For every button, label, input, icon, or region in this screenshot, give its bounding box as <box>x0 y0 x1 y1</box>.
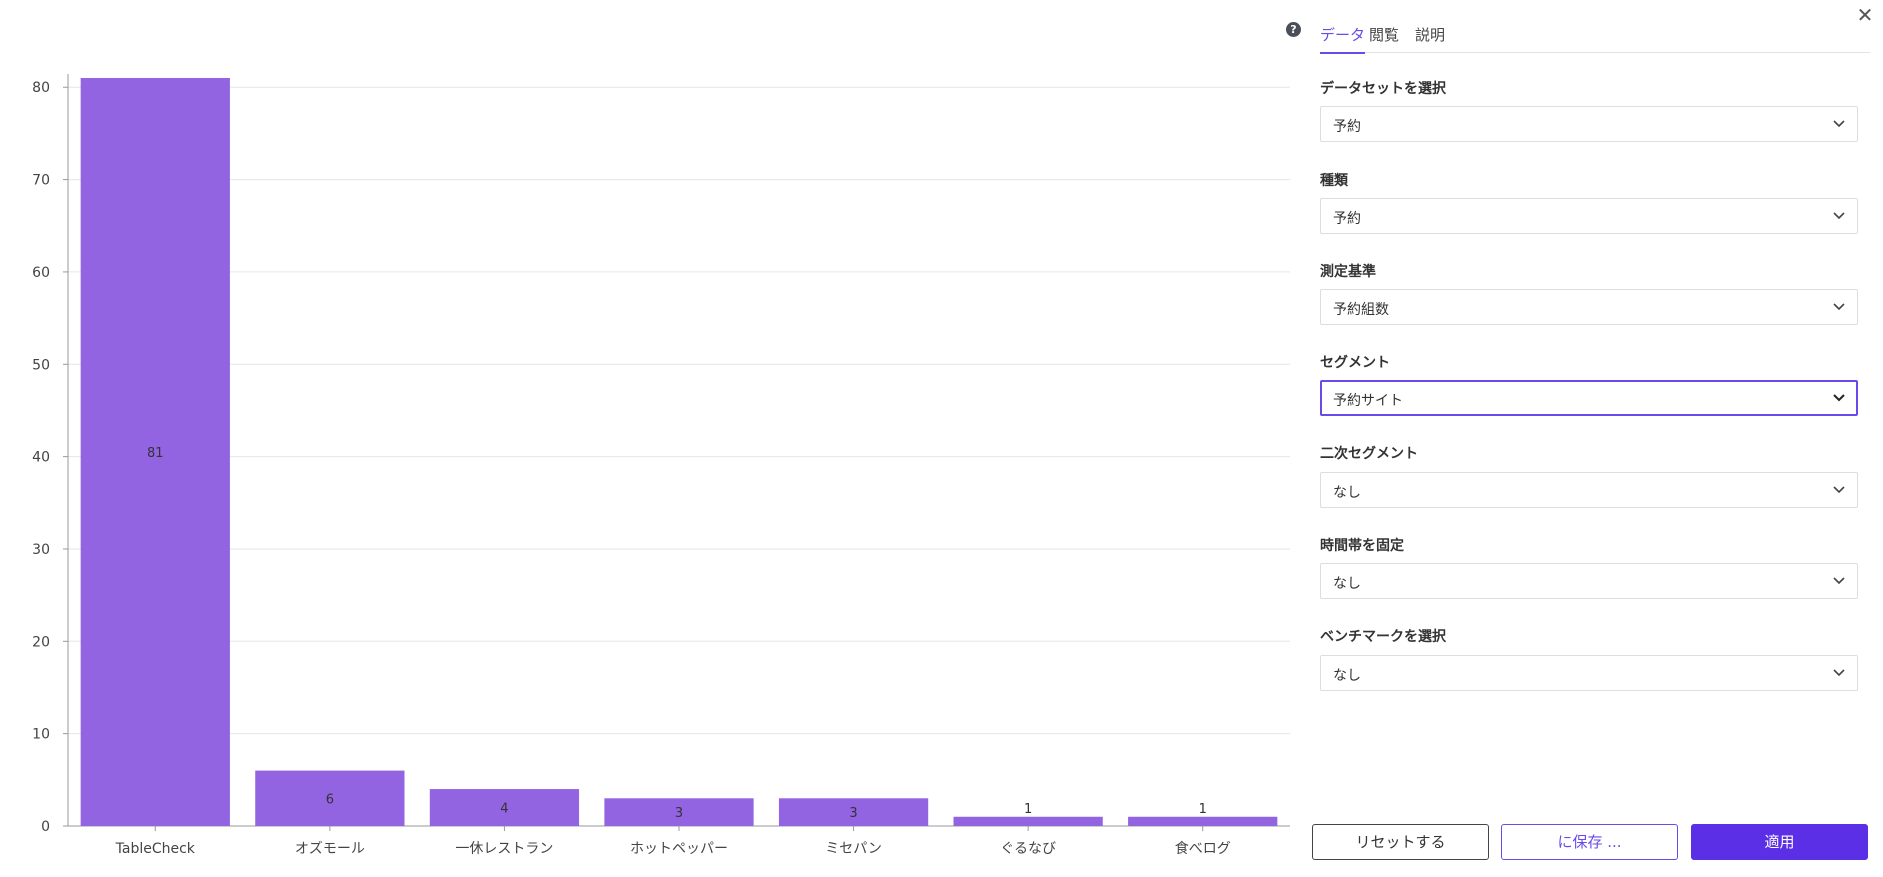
tab-view[interactable]: 閲覧 <box>1369 24 1399 52</box>
secondary-segment-select[interactable]: なし <box>1320 472 1858 508</box>
metric-value: 予約組数 <box>1333 302 1389 318</box>
data-label: 81 <box>147 446 164 461</box>
y-tick-label: 0 <box>41 819 50 835</box>
data-label: 3 <box>849 806 857 821</box>
y-tick-label: 50 <box>32 357 50 373</box>
y-tick-label: 80 <box>32 80 50 96</box>
data-label: 3 <box>675 806 683 821</box>
y-tick-label: 20 <box>32 634 50 650</box>
x-tick-label: ぐるなび <box>1000 841 1056 857</box>
time-range-label: 時間帯を固定 <box>1320 538 1404 554</box>
data-label: 4 <box>500 802 508 817</box>
help-icon[interactable]: ? <box>1286 22 1301 37</box>
benchmark-value: なし <box>1333 668 1361 684</box>
bar <box>953 816 1103 826</box>
secondary-segment-value: なし <box>1333 485 1361 501</box>
dataset-value: 予約 <box>1333 119 1361 135</box>
benchmark-label: ベンチマークを選択 <box>1320 629 1446 645</box>
chevron-down-icon <box>1833 212 1845 220</box>
reset-button[interactable]: リセットする <box>1312 824 1489 860</box>
bar-chart: 0 10 20 30 40 50 60 70 80 81 TableCheck 6 オズモール 4 一休レス… <box>32 74 1290 857</box>
y-tick-label: 70 <box>32 173 50 189</box>
dataset-label: データセットを選択 <box>1320 81 1446 97</box>
chevron-down-icon <box>1833 669 1845 677</box>
chevron-down-icon <box>1833 120 1845 128</box>
y-tick-label: 60 <box>32 265 50 281</box>
segment-select[interactable]: 予約サイト <box>1320 380 1858 416</box>
x-tick-label: 食べログ <box>1175 840 1231 857</box>
x-tick-label: ホットペッパー <box>630 841 728 857</box>
dataset-select[interactable]: 予約 <box>1320 106 1858 142</box>
chevron-down-icon <box>1833 394 1845 402</box>
data-label: 1 <box>1199 802 1207 817</box>
data-label: 6 <box>326 792 334 807</box>
segment-value: 予約サイト <box>1333 393 1403 409</box>
x-tick-label: 一休レストラン <box>455 841 553 857</box>
metric-select[interactable]: 予約組数 <box>1320 289 1858 325</box>
secondary-segment-label: 二次セグメント <box>1320 446 1418 462</box>
x-tick-label: オズモール <box>295 841 365 857</box>
x-tick-label: ミセパン <box>825 841 882 857</box>
chevron-down-icon <box>1833 303 1845 311</box>
chevron-down-icon <box>1833 486 1845 494</box>
type-value: 予約 <box>1333 211 1361 227</box>
chevron-down-icon <box>1833 577 1845 585</box>
type-label: 種類 <box>1320 173 1348 189</box>
segment-label: セグメント <box>1320 355 1390 371</box>
data-label: 1 <box>1024 802 1032 817</box>
time-range-value: なし <box>1333 576 1361 592</box>
time-range-select[interactable]: なし <box>1320 563 1858 599</box>
save-as-button[interactable]: に保存 ... <box>1501 824 1678 860</box>
tab-description[interactable]: 説明 <box>1415 24 1445 52</box>
y-tick-label: 10 <box>32 727 50 743</box>
type-select[interactable]: 予約 <box>1320 198 1858 234</box>
y-tick-label: 40 <box>32 450 50 466</box>
bar <box>1128 816 1278 826</box>
y-tick-label: 30 <box>32 542 50 558</box>
metric-label: 測定基準 <box>1320 264 1376 280</box>
x-tick-label: TableCheck <box>115 841 196 857</box>
apply-button[interactable]: 適用 <box>1691 824 1868 860</box>
tab-data[interactable]: データ <box>1320 24 1366 54</box>
panel-tabs: データ 閲覧 説明 <box>1320 22 1870 54</box>
benchmark-select[interactable]: なし <box>1320 655 1858 691</box>
